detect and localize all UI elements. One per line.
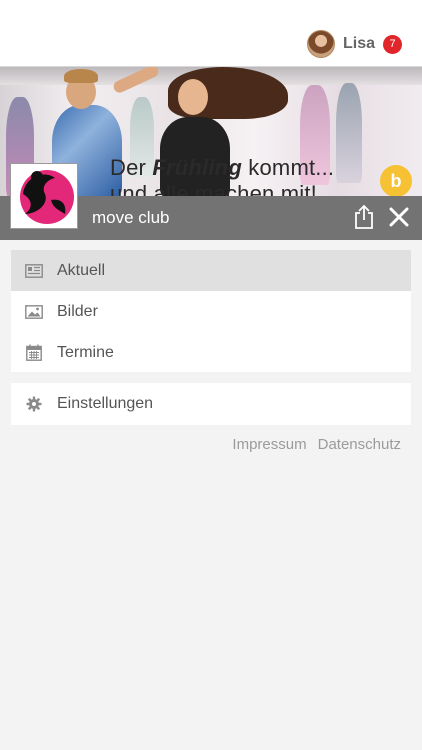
avatar[interactable] — [306, 30, 335, 58]
share-icon — [355, 204, 373, 229]
image-icon — [25, 303, 43, 321]
gear-icon — [25, 395, 43, 413]
user-name[interactable]: Lisa — [343, 35, 375, 53]
newspaper-icon — [25, 262, 43, 280]
top-bar: Lisa 7 — [0, 0, 422, 67]
impressum-link[interactable]: Impressum — [232, 436, 306, 453]
banner-text-line2: und alle machen mit! — [110, 181, 317, 197]
close-button[interactable] — [383, 200, 415, 234]
menu-item-einstellungen[interactable]: Einstellungen — [11, 383, 411, 424]
sponsor-logo: b — [380, 165, 412, 197]
menu-item-label: Bilder — [57, 302, 98, 320]
banner-slogan: Der Frühling kommt... und alle machen mi… — [110, 155, 370, 197]
club-logo-icon — [20, 170, 74, 224]
banner-text-bold: Frühling — [152, 155, 242, 180]
menu-item-bilder[interactable]: Bilder — [11, 291, 411, 332]
menu-item-label: Aktuell — [57, 261, 106, 279]
menu-item-label: Einstellungen — [57, 394, 154, 412]
club-name: move club — [92, 208, 170, 227]
menu-item-termine[interactable]: Termine — [11, 332, 411, 373]
banner-text-part1: Der — [110, 155, 153, 180]
share-button[interactable] — [348, 200, 380, 234]
notification-badge[interactable]: 7 — [383, 34, 402, 54]
banner-text-part2: kommt... — [241, 155, 335, 180]
main-menu: Aktuell Bilder Termine — [11, 250, 411, 372]
menu-item-aktuell[interactable]: Aktuell — [11, 250, 411, 291]
menu-item-label: Termine — [57, 343, 114, 361]
user-menu[interactable]: Lisa 7 — [306, 30, 402, 58]
close-icon — [389, 207, 409, 227]
settings-menu: Einstellungen — [11, 383, 411, 425]
club-logo — [10, 163, 78, 229]
datenschutz-link[interactable]: Datenschutz — [318, 436, 401, 453]
calendar-icon — [25, 344, 43, 362]
footer-links: Impressum Datenschutz — [232, 436, 401, 453]
